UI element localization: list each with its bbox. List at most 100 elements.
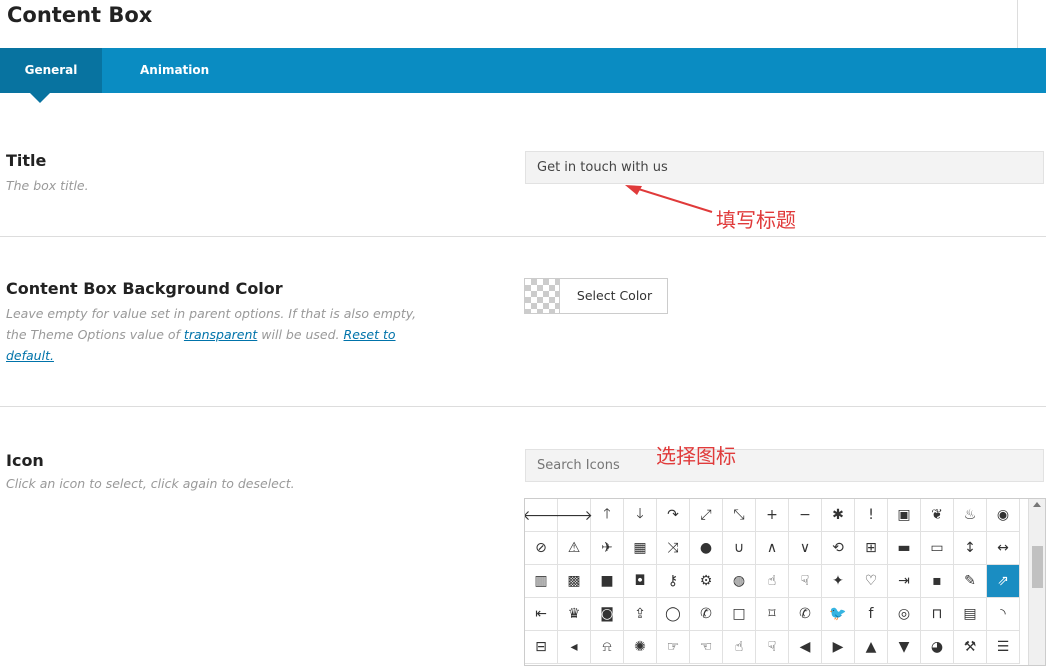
- random-icon[interactable]: ⤨: [657, 532, 690, 565]
- warning-icon[interactable]: ⚠: [558, 532, 591, 565]
- search-icons-input[interactable]: [525, 449, 1044, 482]
- icon-grid-scrollbar[interactable]: [1028, 499, 1045, 665]
- arrow-circle-left-icon[interactable]: ◀: [789, 631, 822, 664]
- rss-icon[interactable]: ◝: [987, 598, 1020, 631]
- arrows-v-icon[interactable]: ↕: [954, 532, 987, 565]
- globe-icon[interactable]: ◕: [921, 631, 954, 664]
- bell-icon[interactable]: ⍾: [591, 631, 624, 664]
- annotation-title: 填写标题: [716, 208, 796, 232]
- hand-o-right-icon[interactable]: ☞: [657, 631, 690, 664]
- arrow-circle-down-icon[interactable]: ▼: [888, 631, 921, 664]
- sign-in-icon[interactable]: ⇤: [525, 598, 558, 631]
- bookmark-o-icon[interactable]: ⌑: [756, 598, 789, 631]
- linkedin-square-icon[interactable]: ▪: [921, 565, 954, 598]
- calendar-icon[interactable]: ▦: [624, 532, 657, 565]
- color-swatch[interactable]: [525, 279, 560, 313]
- icon-grid: 🡐 🡒 🡑 🡓 ↷ ⤢ ⤡ + − ✱! ▣ ❦ ♨ ◉ ⊘ ⚠ ✈ ▦ ⤨ ● ∪ ∧ ∨ ⟲ ⊞ ▬ ▭ ↕ ↔ ▥ ▩ ■ ◘ ⚷ ⚙ ◍ ☝ ☟ ✦…: [524, 498, 1046, 666]
- certificate-icon[interactable]: ✺: [624, 631, 657, 664]
- star-half-icon[interactable]: ✦: [822, 565, 855, 598]
- plane-icon[interactable]: ✈: [591, 532, 624, 565]
- comment-icon[interactable]: ●: [690, 532, 723, 565]
- camera-retro-icon[interactable]: ◘: [624, 565, 657, 598]
- magnet-icon[interactable]: ∪: [723, 532, 756, 565]
- minus-icon[interactable]: −: [789, 499, 822, 532]
- fire-icon[interactable]: ♨: [954, 499, 987, 532]
- icon-heading: Icon: [6, 451, 44, 470]
- thumb-tack-icon[interactable]: ✎: [954, 565, 987, 598]
- arrow-up-icon[interactable]: 🡑: [591, 499, 624, 532]
- upload-icon[interactable]: ⇪: [624, 598, 657, 631]
- credit-card-icon[interactable]: ▤: [954, 598, 987, 631]
- twitter-square-icon[interactable]: ▩: [558, 565, 591, 598]
- arrows-h-icon[interactable]: ↔: [987, 532, 1020, 565]
- icon-description: Click an icon to select, click again to …: [6, 476, 295, 491]
- title-input[interactable]: [525, 151, 1044, 184]
- share-icon[interactable]: ↷: [657, 499, 690, 532]
- phone-icon[interactable]: ✆: [690, 598, 723, 631]
- thumbs-o-down-icon[interactable]: ☟: [789, 565, 822, 598]
- folder-icon[interactable]: ▬: [888, 532, 921, 565]
- title-heading: Title: [6, 151, 47, 170]
- chevron-up-icon[interactable]: ∧: [756, 532, 789, 565]
- title-description: The box title.: [6, 178, 89, 193]
- chevron-down-icon[interactable]: ∨: [789, 532, 822, 565]
- select-color-button[interactable]: Select Color: [561, 279, 668, 313]
- retweet-icon[interactable]: ⟲: [822, 532, 855, 565]
- heart-o-icon[interactable]: ♡: [855, 565, 888, 598]
- scroll-up-icon[interactable]: [1033, 502, 1041, 507]
- key-icon[interactable]: ⚷: [657, 565, 690, 598]
- sign-out-icon[interactable]: ⇥: [888, 565, 921, 598]
- comments-icon[interactable]: ◍: [723, 565, 756, 598]
- phone-square-icon[interactable]: ✆: [789, 598, 822, 631]
- arrow-circle-up-icon[interactable]: ▲: [855, 631, 888, 664]
- folder-open-icon[interactable]: ▭: [921, 532, 954, 565]
- color-picker[interactable]: Select Color: [524, 278, 668, 314]
- plus-icon[interactable]: +: [756, 499, 789, 532]
- exclamation-circle-icon[interactable]: !: [855, 499, 888, 532]
- eye-icon[interactable]: ◉: [987, 499, 1020, 532]
- bg-desc-text-2: will be used.: [257, 327, 344, 342]
- square-o-icon[interactable]: □: [723, 598, 756, 631]
- trophy-icon[interactable]: ♛: [558, 598, 591, 631]
- arrow-left-icon[interactable]: 🡐: [525, 499, 560, 532]
- eye-slash-icon[interactable]: ⊘: [525, 532, 558, 565]
- wrench-icon[interactable]: ⚒: [954, 631, 987, 664]
- leaf-icon[interactable]: ❦: [921, 499, 954, 532]
- hand-o-up-icon[interactable]: ☝: [723, 631, 756, 664]
- tab-animation[interactable]: Animation: [140, 48, 209, 93]
- bullhorn-icon[interactable]: ◂: [558, 631, 591, 664]
- bar-chart-icon[interactable]: ▥: [525, 565, 558, 598]
- unlock-icon[interactable]: ⊓: [921, 598, 954, 631]
- tasks-icon[interactable]: ☰: [987, 631, 1020, 664]
- asterisk-icon[interactable]: ✱: [822, 499, 855, 532]
- github-icon[interactable]: ◎: [888, 598, 921, 631]
- expand-icon[interactable]: ⤢: [690, 499, 723, 532]
- hdd-icon[interactable]: ⊟: [525, 631, 558, 664]
- thumbs-o-up-icon[interactable]: ☝: [756, 565, 789, 598]
- transparent-link[interactable]: transparent: [184, 327, 257, 342]
- facebook-square-icon[interactable]: ■: [591, 565, 624, 598]
- facebook-icon[interactable]: f: [855, 598, 888, 631]
- scroll-thumb[interactable]: [1032, 546, 1043, 588]
- github-square-icon[interactable]: ◙: [591, 598, 624, 631]
- bg-color-heading: Content Box Background Color: [6, 279, 283, 298]
- arrow-circle-right-icon[interactable]: ▶: [822, 631, 855, 664]
- tab-general[interactable]: General: [0, 48, 102, 103]
- page-title: Content Box: [7, 3, 153, 27]
- annotation-icon: 选择图标: [656, 444, 736, 468]
- hand-o-down-icon[interactable]: ☟: [756, 631, 789, 664]
- arrow-down-icon[interactable]: 🡓: [624, 499, 657, 532]
- bg-color-description: Leave empty for value set in parent opti…: [6, 303, 426, 366]
- hand-o-left-icon[interactable]: ☜: [690, 631, 723, 664]
- arrow-right-icon[interactable]: 🡒: [555, 499, 593, 532]
- annotation-arrow-title: [625, 185, 713, 213]
- shopping-cart-icon[interactable]: ⊞: [855, 532, 888, 565]
- bg-color-section: Content Box Background Color Leave empty…: [0, 237, 1046, 407]
- twitter-icon[interactable]: 🐦: [822, 598, 855, 631]
- lemon-icon[interactable]: ◯: [657, 598, 690, 631]
- cogs-icon[interactable]: ⚙: [690, 565, 723, 598]
- gift-icon[interactable]: ▣: [888, 499, 921, 532]
- compress-icon[interactable]: ⤡: [723, 499, 756, 532]
- external-link-icon[interactable]: ⇗: [987, 565, 1020, 598]
- page-header: Content Box: [0, 0, 1018, 48]
